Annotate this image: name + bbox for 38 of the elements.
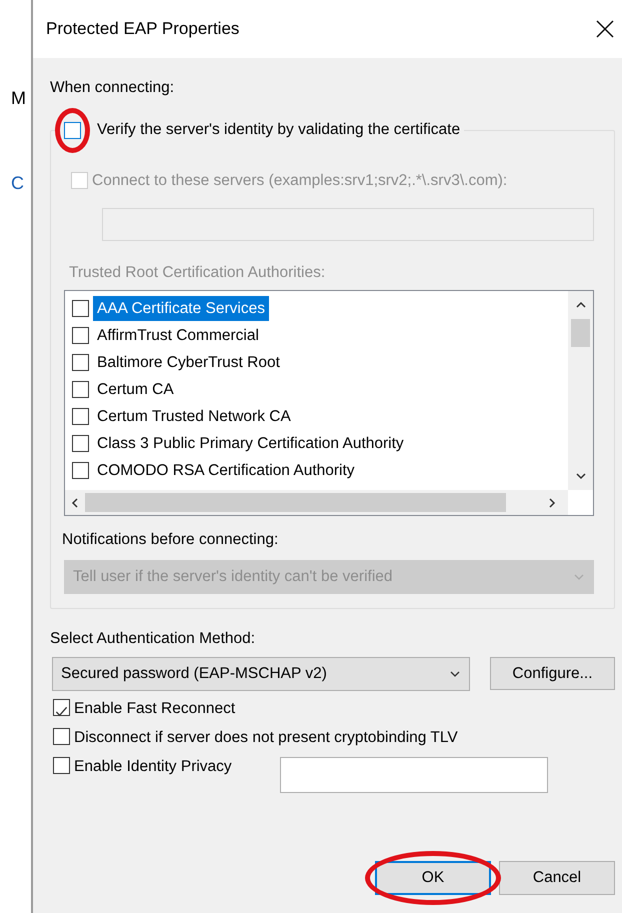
checkbox[interactable] [72, 435, 89, 452]
list-item[interactable]: Class 3 Public Primary Certification Authority [93, 431, 408, 456]
checkbox[interactable] [53, 756, 70, 774]
horizontal-scrollbar[interactable] [65, 490, 568, 516]
list-item[interactable]: Baltimore CyberTrust Root [93, 350, 284, 376]
dropdown[interactable]: Secured password (EAP-MSCHAP v2) [52, 656, 470, 691]
checkbox[interactable] [53, 728, 70, 745]
checkbox[interactable] [53, 698, 70, 716]
checkbox[interactable] [72, 462, 89, 480]
cancel-button[interactable]: Cancel [499, 860, 615, 895]
section-label: Select Authentication Method: [50, 628, 256, 649]
checkbox[interactable] [72, 327, 89, 344]
background-window-text: M [11, 87, 26, 110]
window-title: Protected EAP Properties [46, 18, 240, 40]
checkbox-label[interactable]: Enable Identity Privacy [74, 754, 232, 778]
list-label: Trusted Root Certification Authorities: [69, 263, 326, 284]
checkbox[interactable] [72, 354, 89, 372]
checkbox[interactable] [72, 381, 89, 398]
list-item[interactable]: Certum CA [93, 377, 178, 402]
list-item[interactable]: COMODO RSA Certification Authority [93, 458, 359, 484]
scrollbar-thumb[interactable] [571, 319, 590, 348]
checkbox[interactable] [72, 408, 89, 426]
section-label: When connecting: [50, 78, 176, 98]
ok-button[interactable]: OK [375, 860, 491, 895]
configure-button[interactable]: Configure... [490, 657, 615, 690]
vertical-scrollbar[interactable] [568, 291, 593, 490]
list-item[interactable]: Certum Trusted Network CA [93, 404, 295, 430]
section-label: Notifications before connecting: [62, 530, 280, 550]
list-item[interactable]: AAA Certificate Services [93, 296, 269, 322]
scrollbar-thumb[interactable] [85, 493, 506, 512]
checkbox[interactable] [64, 122, 81, 140]
checkbox-label[interactable]: Verify the server's identity by validating the certificate [97, 121, 460, 140]
background-window-text: C [11, 172, 24, 195]
input-field[interactable] [280, 756, 548, 793]
list-item[interactable]: AffirmTrust Commercial [93, 323, 263, 348]
checkbox-label[interactable]: Enable Fast Reconnect [74, 696, 236, 720]
checkbox[interactable] [72, 300, 89, 318]
checkbox-label[interactable]: Disconnect if server does not present cryptobinding TLV [74, 726, 458, 750]
